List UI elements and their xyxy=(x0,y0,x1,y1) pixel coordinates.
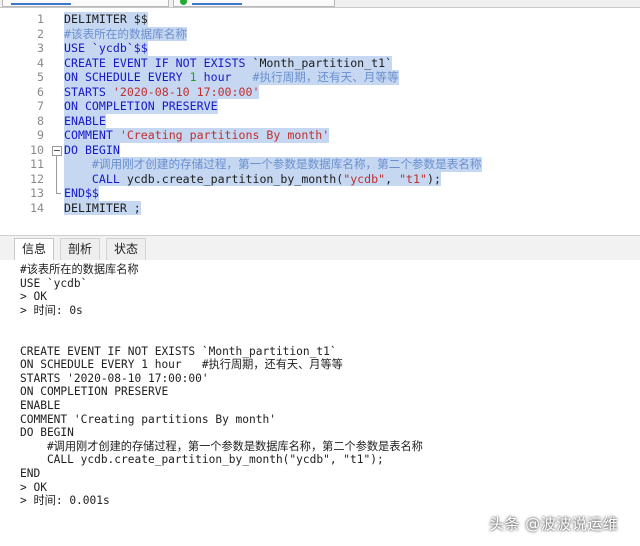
output-line: > 时间: 0.001s xyxy=(20,494,110,508)
code-text: COMMENT 'Creating partitions By month' xyxy=(64,128,330,143)
code-token: "t1" xyxy=(399,171,427,186)
document-tab-strip xyxy=(0,0,640,8)
message-output: #该表所在的数据库名称 USE `ycdb` > OK > 时间: 0s CREATE … xyxy=(0,260,640,546)
code-text: CALL ycdb.create_partition_by_month("ycd… xyxy=(64,171,441,186)
code-token: CREATE EVENT IF NOT EXISTS xyxy=(64,55,253,70)
code-line[interactable]: 12 CALL ycdb.create_partition_by_month("… xyxy=(0,171,640,186)
output-line: #调用刚才创建的存储过程，第一个参数是数据库名称，第二个参数是表名称 xyxy=(20,439,423,453)
query-tab-icon xyxy=(180,0,187,5)
output-line: COMMENT 'Creating partitions By month' xyxy=(20,412,276,426)
tab-indicator xyxy=(192,3,242,5)
panel-tab[interactable]: 信息 xyxy=(14,238,55,261)
line-number: 9 xyxy=(37,128,44,142)
output-line: ON SCHEDULE EVERY 1 hour #执行周期，还有天、月等等 xyxy=(20,358,343,372)
output-line: CREATE EVENT IF NOT EXISTS `Month_partit… xyxy=(20,344,337,358)
code-line[interactable]: 5 ON SCHEDULE EVERY 1 hour #执行周期，还有天、月等等 xyxy=(0,70,640,85)
result-panel-tabs: 信息 剖析 状态 xyxy=(0,235,640,261)
code-token: COMMENT xyxy=(64,128,120,142)
code-line[interactable]: 9 COMMENT 'Creating partitions By month' xyxy=(0,128,640,143)
code-text: DO BEGIN xyxy=(64,142,120,157)
code-token: #执行周期，还有天、月等等 xyxy=(231,70,399,84)
code-token: ON COMPLETION PRESERVE xyxy=(64,99,218,113)
code-token: `Month_partition_t1` xyxy=(252,55,393,70)
output-line: CALL ycdb.create_partition_by_month("ycd… xyxy=(20,453,384,467)
output-line: ENABLE xyxy=(20,399,61,412)
code-token: ENABLE xyxy=(64,113,106,128)
code-token: ON SCHEDULE EVERY xyxy=(64,70,190,84)
code-token: ycdb.create_partition_by_month( xyxy=(126,171,344,186)
code-token: ); xyxy=(427,171,441,186)
code-text: ON SCHEDULE EVERY 1 hour #执行周期，还有天、月等等 xyxy=(64,70,399,85)
code-line[interactable]: 10 DO BEGIN xyxy=(0,142,640,157)
line-number: 6 xyxy=(37,84,44,99)
watermark: 头条 @波波说运维 xyxy=(489,515,619,533)
code-text: #调用刚才创建的存储过程，第一个参数是数据库名称，第二个参数是表名称 xyxy=(64,157,482,172)
line-number: 8 xyxy=(37,113,44,128)
line-number: 12 xyxy=(30,171,44,186)
document-tab[interactable] xyxy=(2,0,169,7)
line-number: 5 xyxy=(37,70,44,84)
line-number: 13 xyxy=(30,186,44,200)
line-number: 7 xyxy=(37,99,44,113)
code-line[interactable]: 14 DELIMITER ; xyxy=(0,200,640,215)
code-token: DELIMITER ; xyxy=(64,200,141,215)
code-line[interactable]: 6 STARTS '2020-08-10 17:00:00' xyxy=(0,84,640,99)
output-line: #该表所在的数据库名称 xyxy=(20,263,139,276)
output-line: USE `ycdb` xyxy=(20,276,88,290)
code-token: USE `ycdb`$$ xyxy=(64,41,148,55)
code-token: hour xyxy=(196,70,232,84)
code-line[interactable]: 3 USE `ycdb`$$ xyxy=(0,41,640,56)
code-line[interactable]: 11 #调用刚才创建的存储过程，第一个参数是数据库名称，第二个参数是表名称 xyxy=(0,157,640,172)
code-token: END$$ xyxy=(64,186,99,200)
code-text: #该表所在的数据库名称 xyxy=(64,26,187,41)
output-line: ON COMPLETION PRESERVE xyxy=(20,385,169,399)
code-token: 1 xyxy=(189,70,197,84)
output-line: END xyxy=(20,467,41,480)
code-line[interactable]: 2 #该表所在的数据库名称 xyxy=(0,26,640,41)
line-number: 11 xyxy=(30,157,44,171)
code-text: ENABLE xyxy=(64,113,106,128)
fold-guide xyxy=(56,155,57,193)
code-token: , xyxy=(385,171,400,186)
output-line: > OK xyxy=(20,290,47,304)
output-line: STARTS '2020-08-10 17:00:00' xyxy=(20,371,209,385)
fold-collapse-icon[interactable] xyxy=(52,145,62,156)
code-token: DO BEGIN xyxy=(64,142,120,157)
line-number: 10 xyxy=(30,142,44,157)
line-number: 3 xyxy=(37,41,44,55)
line-number: 2 xyxy=(37,26,44,41)
tab-indicator xyxy=(11,3,71,5)
code-text: END$$ xyxy=(64,186,99,201)
line-number: 1 xyxy=(37,12,44,26)
code-line[interactable]: 1 DELIMITER $$ xyxy=(0,12,640,27)
code-line[interactable]: 8 ENABLE xyxy=(0,113,640,128)
code-text: USE `ycdb`$$ xyxy=(64,41,148,56)
code-text: DELIMITER $$ xyxy=(64,12,148,27)
code-text: STARTS '2020-08-10 17:00:00' xyxy=(64,84,260,99)
code-line[interactable]: 13 END$$ xyxy=(0,186,640,201)
code-token: CALL xyxy=(64,171,127,186)
code-token: '2020-08-10 17:00:00' xyxy=(112,84,260,99)
code-token: "ycdb" xyxy=(343,171,386,186)
panel-tab[interactable]: 剖析 xyxy=(60,238,101,260)
panel-tab[interactable]: 状态 xyxy=(106,238,147,260)
code-text: ON COMPLETION PRESERVE xyxy=(64,99,218,114)
document-tab[interactable] xyxy=(173,0,335,7)
fold-guide-end xyxy=(56,193,61,194)
code-token: #该表所在的数据库名称 xyxy=(64,26,187,41)
code-text: DELIMITER ; xyxy=(64,200,141,215)
line-number: 4 xyxy=(37,55,44,70)
code-line[interactable]: 7 ON COMPLETION PRESERVE xyxy=(0,99,640,114)
line-number: 14 xyxy=(30,200,44,215)
code-token: DELIMITER $$ xyxy=(64,12,148,26)
code-token: #调用刚才创建的存储过程，第一个参数是数据库名称，第二个参数是表名称 xyxy=(64,157,482,171)
output-line: > OK xyxy=(20,480,47,494)
code-token: STARTS xyxy=(64,84,113,99)
code-text: CREATE EVENT IF NOT EXISTS `Month_partit… xyxy=(64,55,393,70)
output-line: DO BEGIN xyxy=(20,426,74,440)
code-token: 'Creating partitions By month' xyxy=(119,128,330,142)
sql-editor[interactable]: 1 DELIMITER $$ 2 #该表所在的数据库名称 3 USE `ycdb`$$ 4 C… xyxy=(0,8,640,233)
output-line: > 时间: 0s xyxy=(20,303,83,317)
code-line[interactable]: 4 CREATE EVENT IF NOT EXISTS `Month_parti… xyxy=(0,55,640,70)
